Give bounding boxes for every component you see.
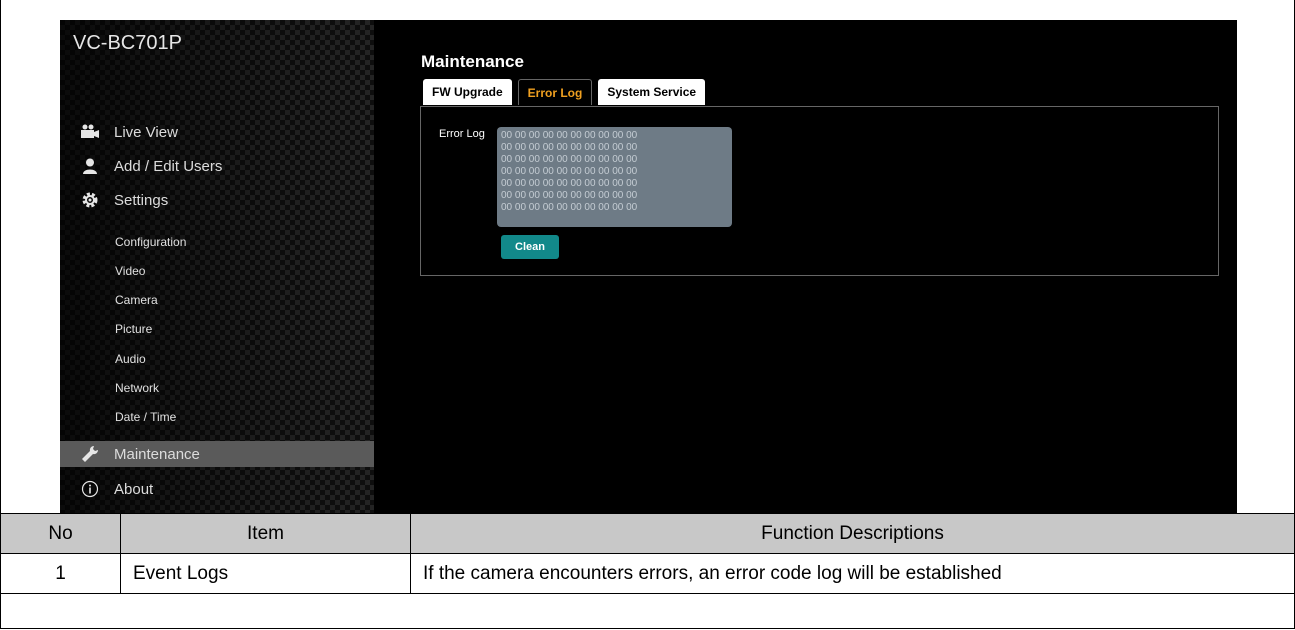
nav-maintenance[interactable]: Maintenance (60, 441, 374, 467)
error-log-textarea[interactable]: 00 00 00 00 00 00 00 00 00 00 00 00 00 0… (497, 127, 732, 227)
header-item: Item (120, 513, 411, 554)
tab-bar: FW Upgrade Error Log System Service (423, 79, 711, 106)
table-row: 1 Event Logs If the camera encounters er… (0, 553, 1295, 594)
nav-maintenance-label: Maintenance (114, 445, 200, 463)
error-log-label: Error Log (439, 128, 485, 140)
nav-settings[interactable]: Settings (60, 187, 374, 213)
user-icon (80, 156, 100, 176)
nav-about-label: About (114, 480, 154, 498)
cell-item: Event Logs (120, 553, 411, 594)
cell-description: If the camera encounters errors, an erro… (410, 553, 1295, 594)
nav-about[interactable]: About (60, 476, 374, 502)
clean-button[interactable]: Clean (501, 235, 559, 259)
gear-icon (80, 190, 100, 210)
camera-web-ui-screenshot: VC-BC701P Live View Add / Edit Users Set… (60, 20, 1237, 513)
page-title: Maintenance (421, 52, 524, 71)
nav-sub-configuration[interactable]: Configuration (115, 235, 186, 249)
info-icon (80, 479, 100, 499)
tab-error-log[interactable]: Error Log (517, 79, 593, 105)
nav-add-edit-users[interactable]: Add / Edit Users (60, 153, 374, 179)
nav-settings-label: Settings (114, 191, 169, 209)
nav-sub-network[interactable]: Network (115, 381, 159, 395)
nav-add-edit-users-label: Add / Edit Users (114, 157, 223, 175)
nav-sub-date-time[interactable]: Date / Time (115, 410, 176, 424)
nav-sub-video[interactable]: Video (115, 264, 145, 278)
nav-sub-audio[interactable]: Audio (115, 352, 146, 366)
function-description-table: No Item Function Descriptions 1 Event Lo… (0, 513, 1295, 594)
video-camera-icon (80, 122, 100, 142)
table-header-row: No Item Function Descriptions (0, 513, 1295, 554)
cell-no: 1 (0, 553, 121, 594)
model-name: VC-BC701P (73, 32, 182, 54)
sidebar: VC-BC701P Live View Add / Edit Users Set… (60, 20, 374, 513)
nav-sub-picture[interactable]: Picture (115, 322, 152, 336)
header-no: No (0, 513, 121, 554)
tab-system-service[interactable]: System Service (598, 79, 706, 105)
header-function-descriptions: Function Descriptions (410, 513, 1295, 554)
tab-fw-upgrade[interactable]: FW Upgrade (423, 79, 512, 105)
nav-live-view-label: Live View (114, 123, 178, 141)
nav-sub-camera[interactable]: Camera (115, 293, 158, 307)
nav-live-view[interactable]: Live View (60, 119, 374, 145)
wrench-icon (80, 444, 100, 464)
